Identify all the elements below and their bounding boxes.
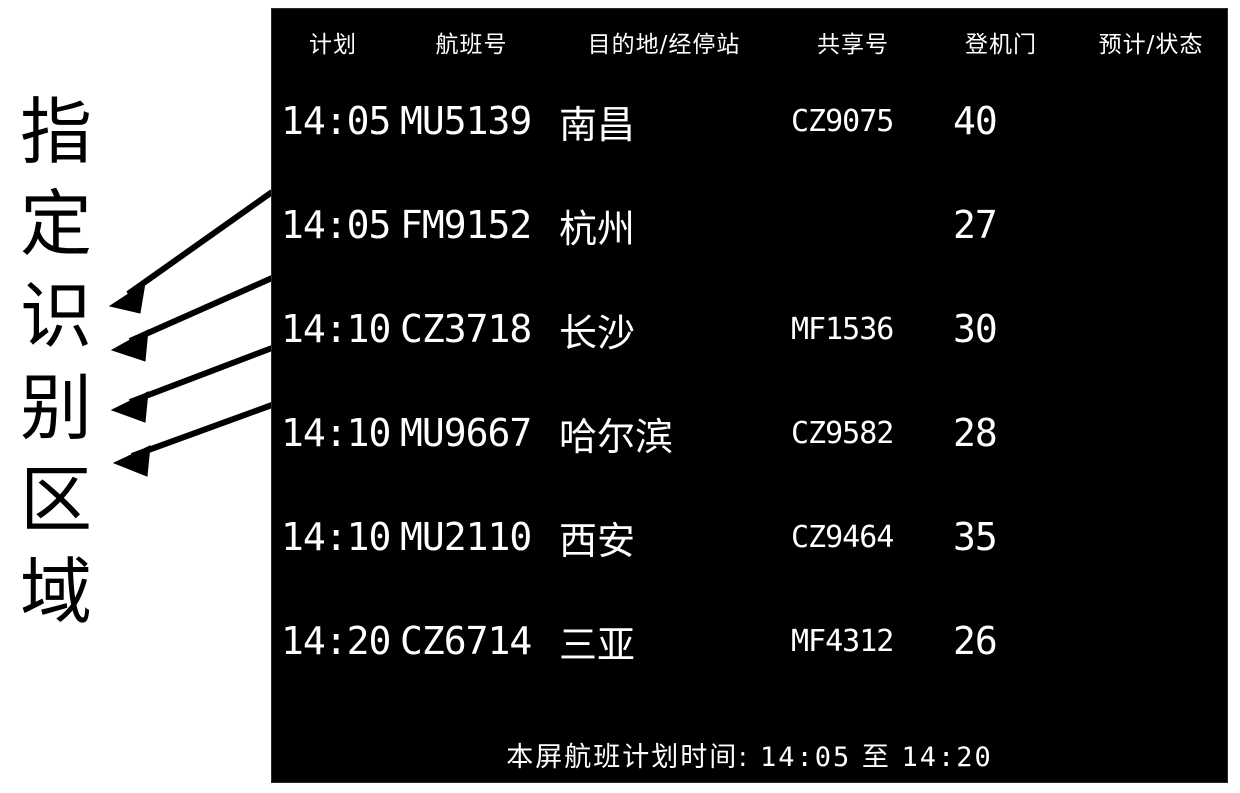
flight-board-header-row: 计划 航班号 目的地/经停站 共享号 登机门 预计/状态 — [272, 9, 1227, 69]
board-footer: 本屏航班计划时间: 14:05 至 14:20 — [272, 735, 1227, 774]
cell-flight-number: CZ6714 — [400, 619, 532, 663]
table-row: 14:20 CZ6714 三亚 MF4312 26 — [272, 589, 1227, 693]
cell-codeshare: MF4312 — [791, 623, 894, 659]
footer-separator-label: 至 — [861, 742, 891, 773]
table-row: 14:05 FM9152 杭州 27 — [272, 173, 1227, 277]
annotation-label-char: 域 — [19, 550, 92, 634]
cell-destination: 长沙 — [559, 310, 636, 355]
column-header-scheduled-time: 计划 — [309, 32, 357, 58]
cell-codeshare — [779, 173, 927, 277]
cell-destination: 三亚 — [559, 622, 636, 667]
annotation-arrow — [110, 345, 274, 423]
cell-destination: 杭州 — [559, 206, 636, 251]
annotation-label-char: 别 — [19, 366, 92, 450]
cell-codeshare: CZ9582 — [791, 415, 894, 451]
cell-status — [1075, 381, 1227, 485]
table-row: 14:10 CZ3718 长沙 MF1536 30 — [272, 277, 1227, 381]
cell-flight-number: FM9152 — [400, 203, 532, 247]
cell-scheduled-time: 14:10 — [281, 307, 391, 351]
cell-scheduled-time: 14:05 — [281, 203, 391, 247]
cell-status — [1075, 69, 1227, 173]
table-row: 14:05 MU5139 南昌 CZ9075 40 — [272, 69, 1227, 173]
cell-gate: 28 — [953, 411, 998, 455]
cell-scheduled-time: 14:10 — [281, 411, 391, 455]
annotation-arrow — [110, 275, 274, 362]
cell-codeshare: CZ9464 — [791, 519, 894, 555]
column-header-estimated-status: 预计/状态 — [1098, 32, 1204, 58]
cell-flight-number: MU5139 — [400, 99, 532, 143]
flight-board-table: 计划 航班号 目的地/经停站 共享号 登机门 预计/状态 14:05 MU513… — [272, 9, 1227, 693]
cell-gate: 40 — [953, 99, 998, 143]
annotation-label-char: 指 — [19, 90, 92, 174]
cell-gate: 30 — [953, 307, 998, 351]
table-row: 14:10 MU2110 西安 CZ9464 35 — [272, 485, 1227, 589]
column-header-destination: 目的地/经停站 — [587, 32, 741, 58]
column-header-codeshare: 共享号 — [817, 32, 889, 58]
cell-codeshare: CZ9075 — [791, 103, 894, 139]
table-row: 14:10 MU9667 哈尔滨 CZ9582 28 — [272, 381, 1227, 485]
cell-codeshare: MF1536 — [791, 311, 894, 347]
cell-flight-number: MU2110 — [400, 515, 532, 559]
flight-information-display-panel: 计划 航班号 目的地/经停站 共享号 登机门 预计/状态 14:05 MU513… — [271, 8, 1228, 783]
annotation-arrow — [108, 189, 274, 314]
footer-prefix-label: 本屏航班计划时间: — [506, 742, 750, 773]
cell-scheduled-time: 14:05 — [281, 99, 391, 143]
cell-destination: 西安 — [559, 518, 636, 563]
annotation-label-char: 区 — [19, 458, 92, 542]
cell-scheduled-time: 14:20 — [281, 619, 391, 663]
cell-gate: 27 — [953, 203, 998, 247]
cell-destination: 南昌 — [559, 102, 636, 147]
cell-destination: 哈尔滨 — [559, 414, 674, 459]
cell-flight-number: MU9667 — [400, 411, 532, 455]
cell-status — [1075, 589, 1227, 693]
cell-status — [1075, 485, 1227, 589]
cell-gate: 26 — [953, 619, 998, 663]
column-header-gate: 登机门 — [965, 32, 1037, 58]
cell-flight-number: CZ3718 — [400, 307, 532, 351]
column-header-flight-number: 航班号 — [435, 32, 508, 58]
cell-scheduled-time: 14:10 — [281, 515, 391, 559]
annotation-label-char: 识 — [19, 274, 92, 358]
annotation-label-char: 定 — [19, 182, 92, 266]
cell-status — [1075, 277, 1227, 381]
footer-end-time: 14:20 — [901, 742, 993, 773]
cell-gate: 35 — [953, 515, 998, 559]
footer-start-time: 14:05 — [759, 742, 852, 773]
annotation-label: 指 定 识 别 区 域 — [8, 86, 104, 638]
annotation-arrow — [112, 402, 274, 477]
cell-status — [1075, 173, 1227, 277]
